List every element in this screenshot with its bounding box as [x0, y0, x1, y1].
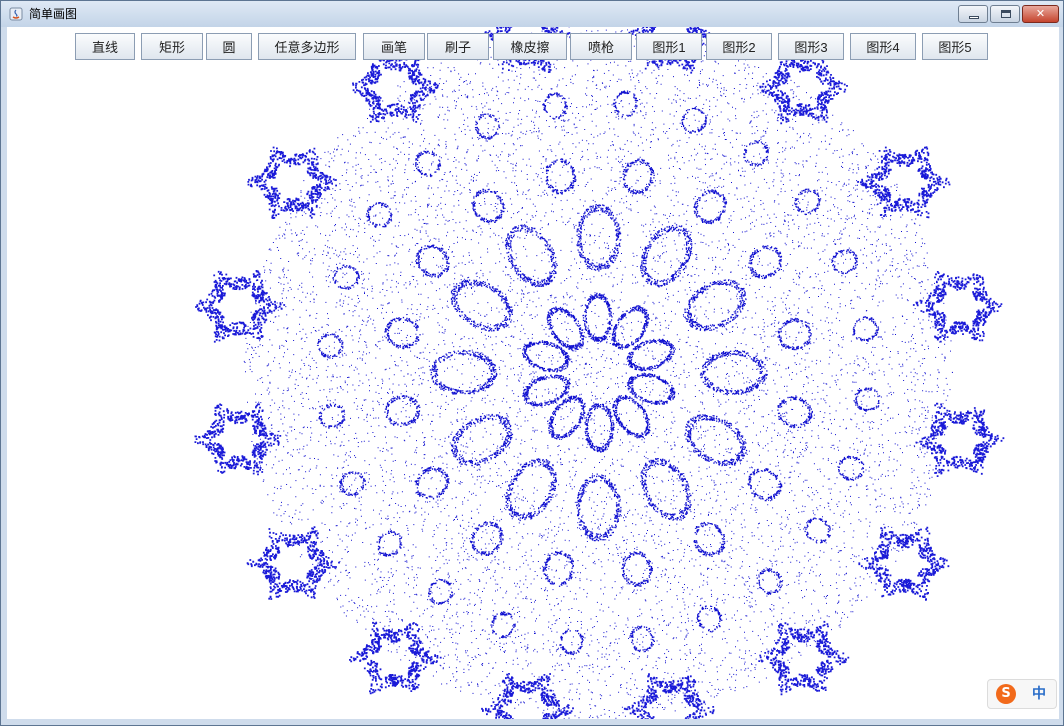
minimize-icon	[969, 16, 979, 19]
tool-shape2-button[interactable]: 图形2	[706, 33, 772, 60]
minimize-button[interactable]	[958, 5, 988, 23]
tool-shape4-button[interactable]: 图形4	[850, 33, 916, 60]
sogou-logo-icon: S	[996, 684, 1016, 704]
tool-rectangle-button[interactable]: 矩形	[141, 33, 203, 60]
drawing-canvas[interactable]: 直线 矩形 圆 任意多边形 画笔 刷子 橡皮擦 喷枪 图形1 图形2 图形3 图…	[7, 27, 1059, 719]
java-app-icon	[9, 7, 23, 21]
window-title: 简单画图	[29, 7, 78, 21]
tool-shape5-button[interactable]: 图形5	[922, 33, 988, 60]
title-bar[interactable]: 简单画图 ✕	[1, 1, 1063, 27]
star-clusters	[194, 27, 1005, 719]
maximize-button[interactable]	[990, 5, 1020, 23]
tool-brush-button[interactable]: 刷子	[427, 33, 489, 60]
spray-pattern	[194, 27, 1005, 719]
maximize-icon	[1001, 10, 1011, 18]
tool-shape3-button[interactable]: 图形3	[778, 33, 844, 60]
tool-eraser-button[interactable]: 橡皮擦	[493, 33, 567, 60]
tool-circle-button[interactable]: 圆	[206, 33, 252, 60]
tool-spraygun-button[interactable]: 喷枪	[570, 33, 632, 60]
app-window: 简单画图 ✕ 直线 矩形 圆 任意多边形 画笔 刷子 橡皮擦 喷枪 图形1 图形…	[0, 0, 1064, 726]
speckle-dots	[243, 27, 953, 719]
close-button[interactable]: ✕	[1022, 5, 1059, 23]
ime-mode-label: 中	[1032, 686, 1046, 702]
close-icon: ✕	[1035, 7, 1046, 20]
tool-line-button[interactable]: 直线	[75, 33, 135, 60]
drawing-layer	[194, 27, 1005, 719]
tool-pen-button[interactable]: 画笔	[363, 33, 425, 60]
ime-indicator[interactable]: S 中	[987, 679, 1057, 709]
tool-polygon-button[interactable]: 任意多边形	[258, 33, 356, 60]
tool-shape1-button[interactable]: 图形1	[636, 33, 702, 60]
